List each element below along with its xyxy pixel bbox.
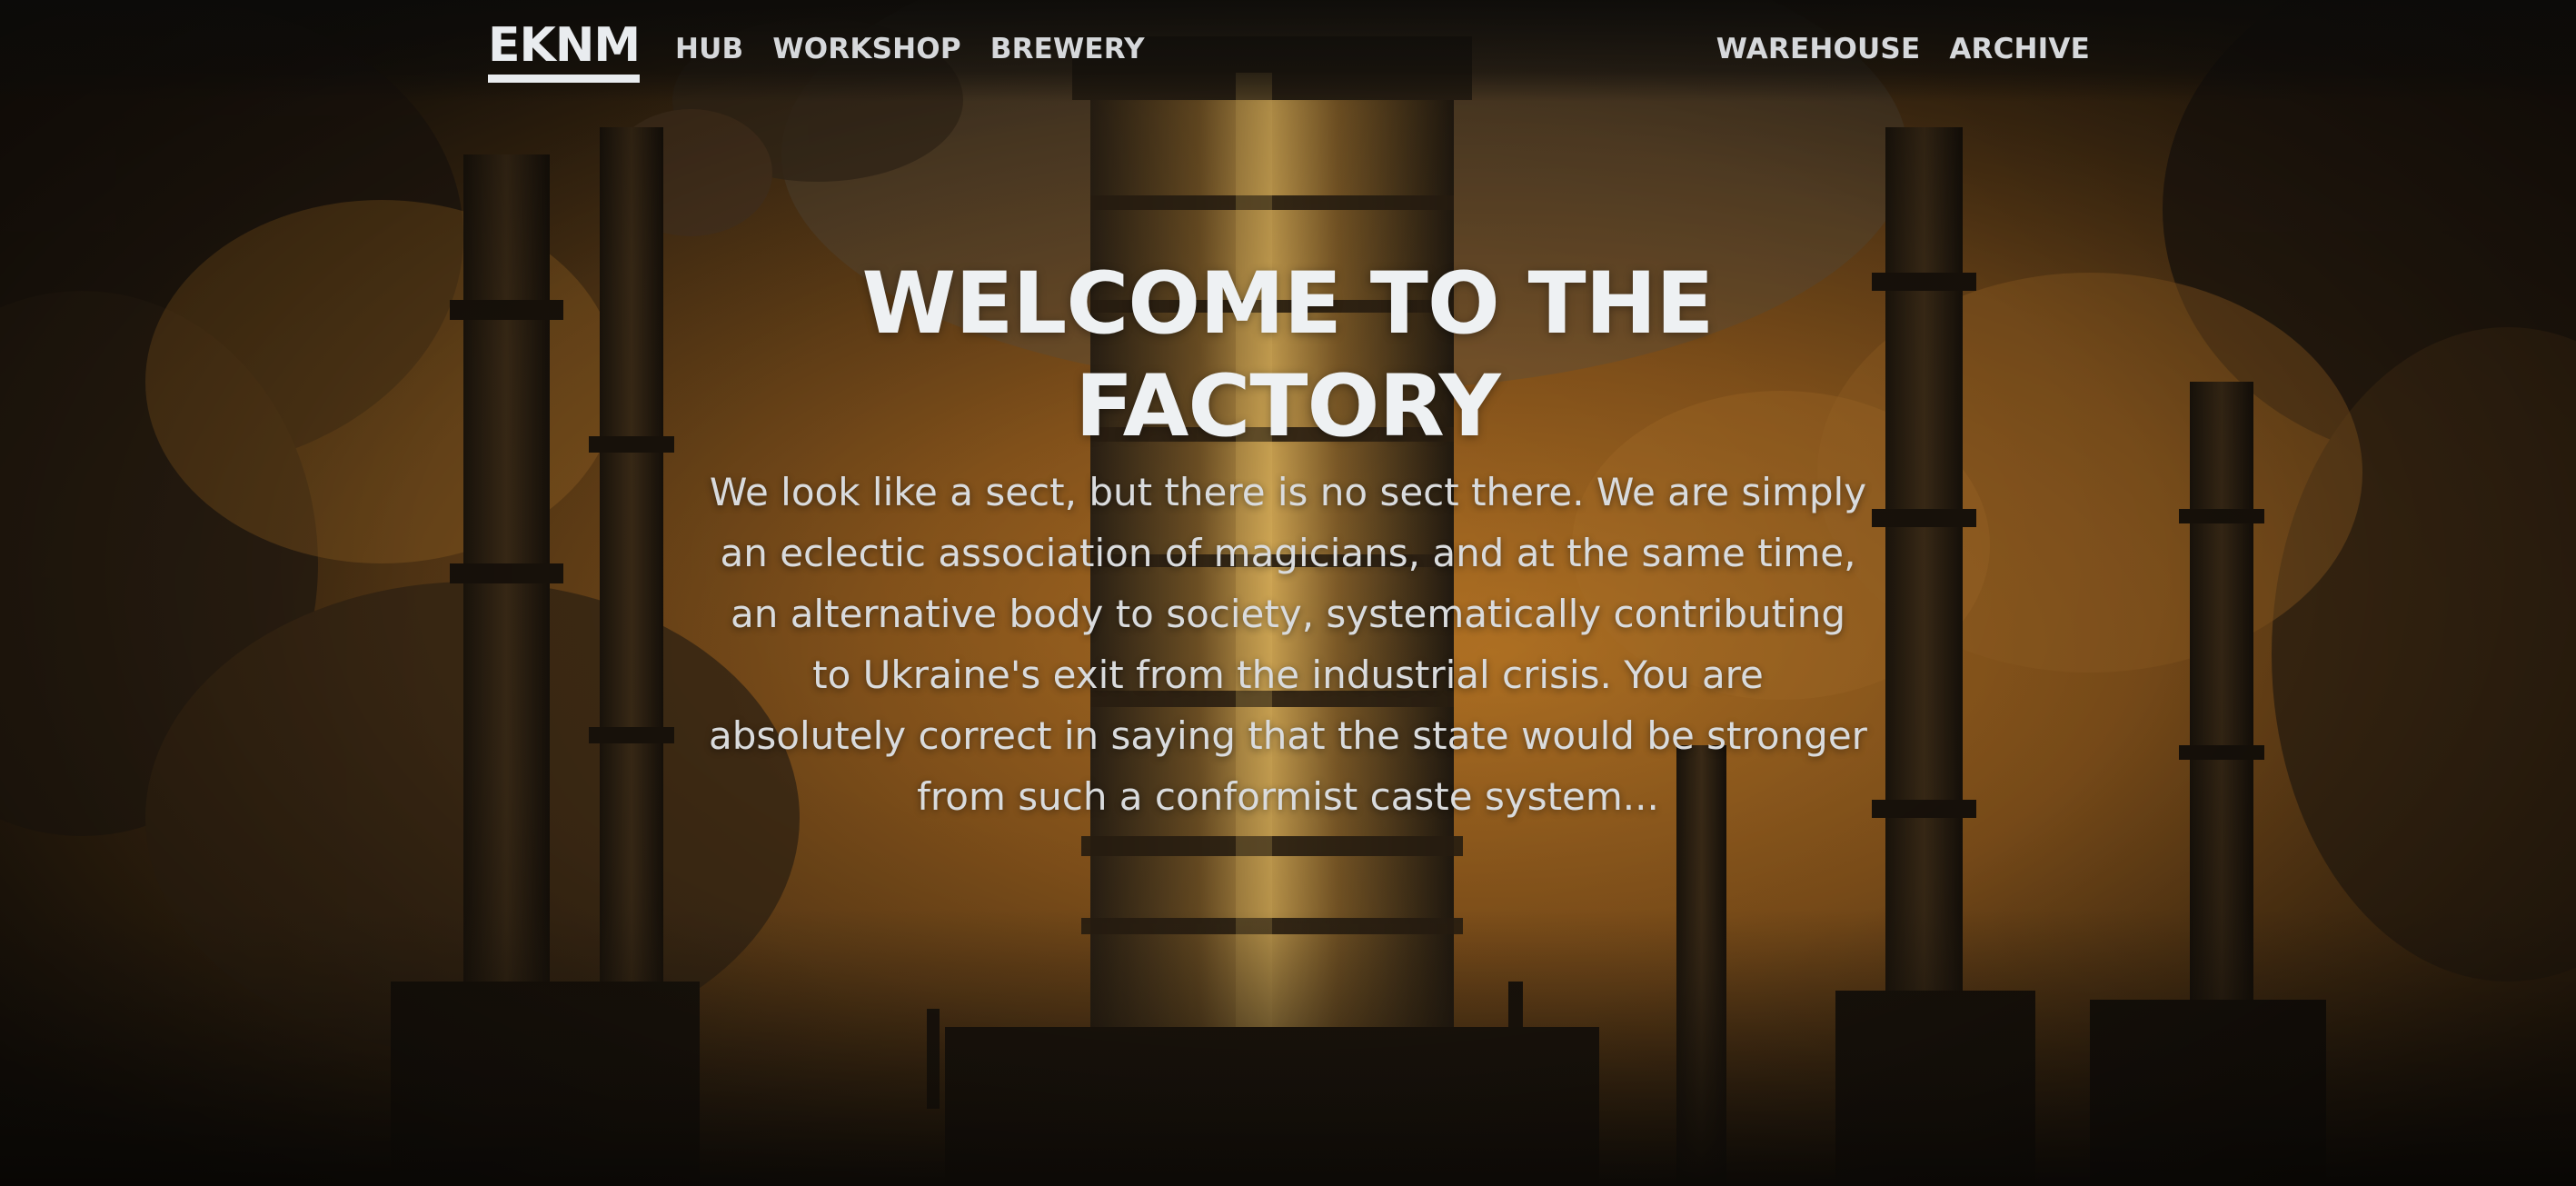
nav-link-archive[interactable]: ARCHIVE xyxy=(1949,33,2090,65)
nav-link-warehouse[interactable]: WAREHOUSE xyxy=(1716,33,1921,65)
nav-item-archive: ARCHIVE xyxy=(1949,31,2090,67)
nav-link-brewery[interactable]: BREWERY xyxy=(990,33,1145,65)
site-logo[interactable]: EKNM xyxy=(488,20,641,83)
hero-description: We look like a sect, but there is no sec… xyxy=(709,470,1867,819)
factory-landing-page: EKNM HUB WORKSHOP BREWERY WAREHOUSE ARCH… xyxy=(0,0,2576,1186)
top-navigation-bar: EKNM HUB WORKSHOP BREWERY WAREHOUSE ARCH… xyxy=(0,0,2576,102)
nav-item-workshop: WORKSHOP xyxy=(772,31,960,67)
hero-title: WELCOME TO THE FACTORY xyxy=(861,254,1715,456)
nav-link-hub[interactable]: HUB xyxy=(675,33,743,65)
primary-nav-left: HUB WORKSHOP BREWERY xyxy=(675,31,1145,67)
nav-item-hub: HUB xyxy=(675,31,743,67)
nav-item-brewery: BREWERY xyxy=(990,31,1145,67)
nav-link-workshop[interactable]: WORKSHOP xyxy=(772,33,960,65)
nav-item-warehouse: WAREHOUSE xyxy=(1716,31,1921,67)
primary-nav-right: WAREHOUSE ARCHIVE xyxy=(1716,31,2090,67)
